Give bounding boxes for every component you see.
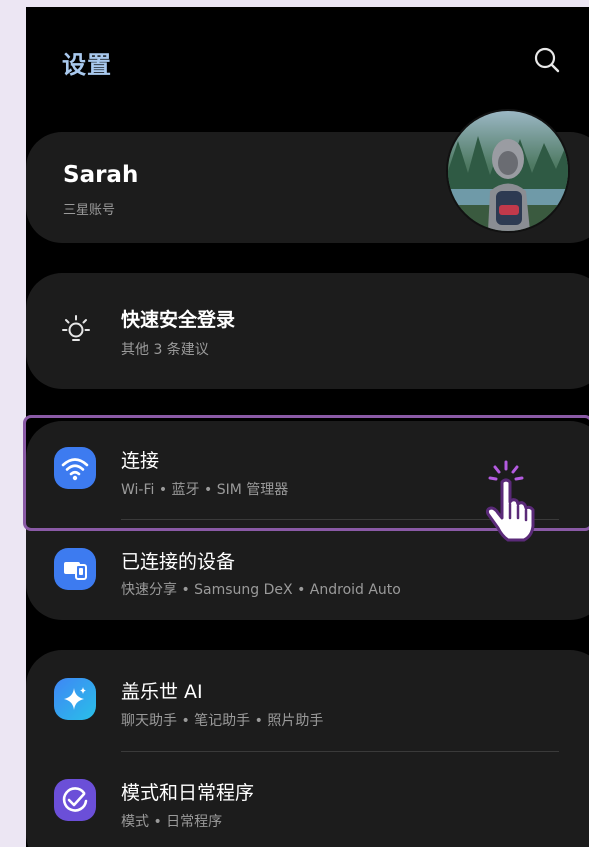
quick-login-subtitle: 其他 3 条建议 <box>121 342 209 358</box>
search-icon[interactable] <box>530 43 564 77</box>
galaxy-ai-title[interactable]: 盖乐世 AI <box>121 677 203 704</box>
quick-login-title: 快速安全登录 <box>121 309 236 331</box>
wifi-icon <box>54 447 96 489</box>
connected-devices-subtitle: 快速分享 • Samsung DeX • Android Auto <box>121 582 401 598</box>
suggestion-card[interactable] <box>26 273 589 389</box>
galaxy-ai-subtitle: 聊天助手 • 笔记助手 • 照片助手 <box>121 713 324 729</box>
connected-devices-title[interactable]: 已连接的设备 <box>121 547 235 574</box>
connections-subtitle: Wi-Fi • 蓝牙 • SIM 管理器 <box>121 482 289 498</box>
avatar[interactable] <box>446 109 570 233</box>
page-title: 设置 <box>62 51 112 79</box>
profile-account-label: 三星账号 <box>63 203 116 218</box>
sparkle-icon <box>54 678 96 720</box>
tap-hand-icon <box>478 460 544 544</box>
modes-title[interactable]: 模式和日常程序 <box>121 778 254 805</box>
connected-devices-icon <box>54 548 96 590</box>
modes-check-icon <box>54 779 96 821</box>
modes-subtitle: 模式 • 日常程序 <box>121 814 223 830</box>
profile-name: Sarah <box>63 162 139 188</box>
settings-screen: 设置 Sarah 三星账号 快速安全登录 其他 3 条建议 连接 Wi-Fi •… <box>26 7 589 847</box>
ai-modes-card <box>26 650 589 847</box>
lightbulb-icon <box>58 312 94 348</box>
connections-title[interactable]: 连接 <box>121 446 159 473</box>
divider <box>121 751 559 752</box>
